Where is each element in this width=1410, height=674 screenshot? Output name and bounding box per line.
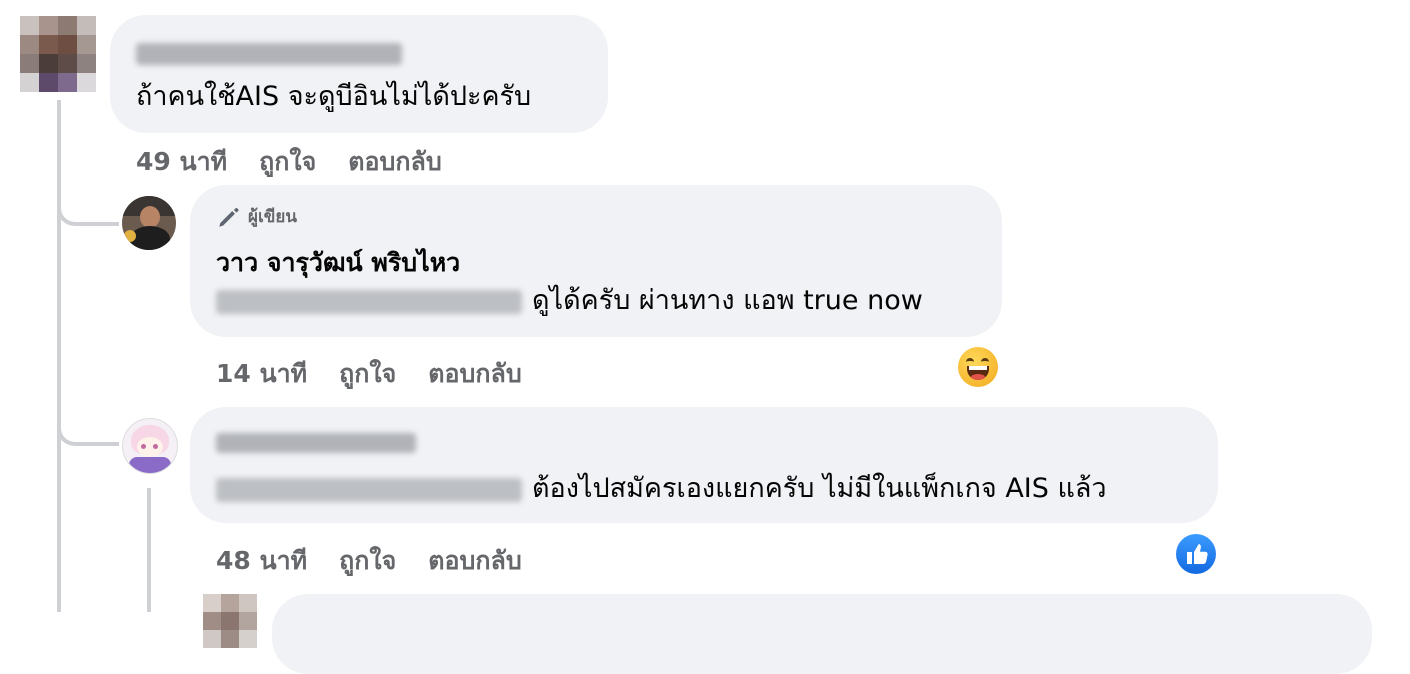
comment-bubble-2: ผู้เขียน วาว จารุวัฒน์ พริบไหว ดูได้ครับ… bbox=[190, 185, 1002, 337]
avatar-author[interactable] bbox=[122, 196, 176, 250]
comment-time[interactable]: 49 นาที bbox=[136, 147, 227, 176]
comment-text-row: ดูได้ครับ ผ่านทาง แอพ true now bbox=[216, 283, 923, 319]
author-name[interactable]: วาว จารุวัฒน์ พริบไหว bbox=[216, 243, 460, 283]
comment-bubble-3: ต้องไปสมัครเองแยกครับ ไม่มีในแพ็กเกจ AIS… bbox=[190, 407, 1218, 523]
author-badge: ผู้เขียน bbox=[216, 203, 297, 230]
comment-text: ถ้าคนใช้AIS จะดูบีอินไม่ได้ปะครับ bbox=[136, 81, 532, 112]
like-button[interactable]: ถูกใจ bbox=[339, 546, 396, 575]
reply-button[interactable]: ตอบกลับ bbox=[348, 147, 441, 176]
reply-button[interactable]: ตอบกลับ bbox=[428, 546, 521, 575]
comment-text-row: ต้องไปสมัครเองแยกครับ ไม่มีในแพ็กเกจ AIS… bbox=[216, 471, 1107, 507]
pencil-icon bbox=[219, 207, 239, 227]
comment-text: ต้องไปสมัครเองแยกครับ ไม่มีในแพ็กเกจ AIS… bbox=[532, 473, 1107, 504]
author-badge-label: ผู้เขียน bbox=[248, 207, 297, 227]
comment-actions-3: 48 นาที ถูกใจ ตอบกลับ bbox=[216, 541, 554, 581]
avatar-commenter-4[interactable] bbox=[203, 594, 257, 648]
comment-time[interactable]: 14 นาที bbox=[216, 359, 307, 388]
thread-line-main bbox=[57, 100, 61, 612]
like-button[interactable]: ถูกใจ bbox=[339, 359, 396, 388]
comment-actions-1: 49 นาที ถูกใจ ตอบกลับ bbox=[136, 142, 474, 182]
comment-actions-2: 14 นาที ถูกใจ ตอบกลับ bbox=[216, 354, 554, 394]
thread-line-reply bbox=[147, 488, 151, 612]
like-icon[interactable] bbox=[1176, 534, 1216, 574]
comment-text: ดูได้ครับ ผ่านทาง แอพ true now bbox=[532, 285, 923, 316]
reply-button[interactable]: ตอบกลับ bbox=[428, 359, 521, 388]
mentioned-user-blurred[interactable] bbox=[216, 289, 522, 314]
thread-connector-2 bbox=[57, 420, 119, 446]
comment-bubble-4 bbox=[272, 594, 1372, 674]
thread-connector-1 bbox=[57, 200, 119, 226]
mentioned-user-blurred[interactable] bbox=[216, 477, 522, 502]
like-button[interactable]: ถูกใจ bbox=[259, 147, 316, 176]
commenter-name-blurred[interactable] bbox=[136, 43, 402, 65]
commenter-name-blurred[interactable] bbox=[216, 433, 416, 453]
avatar-commenter-3[interactable] bbox=[122, 418, 178, 474]
avatar-commenter-1[interactable] bbox=[20, 16, 96, 92]
comment-bubble-1: ถ้าคนใช้AIS จะดูบีอินไม่ได้ปะครับ bbox=[110, 15, 608, 133]
haha-icon[interactable] bbox=[958, 347, 998, 387]
comment-time[interactable]: 48 นาที bbox=[216, 546, 307, 575]
